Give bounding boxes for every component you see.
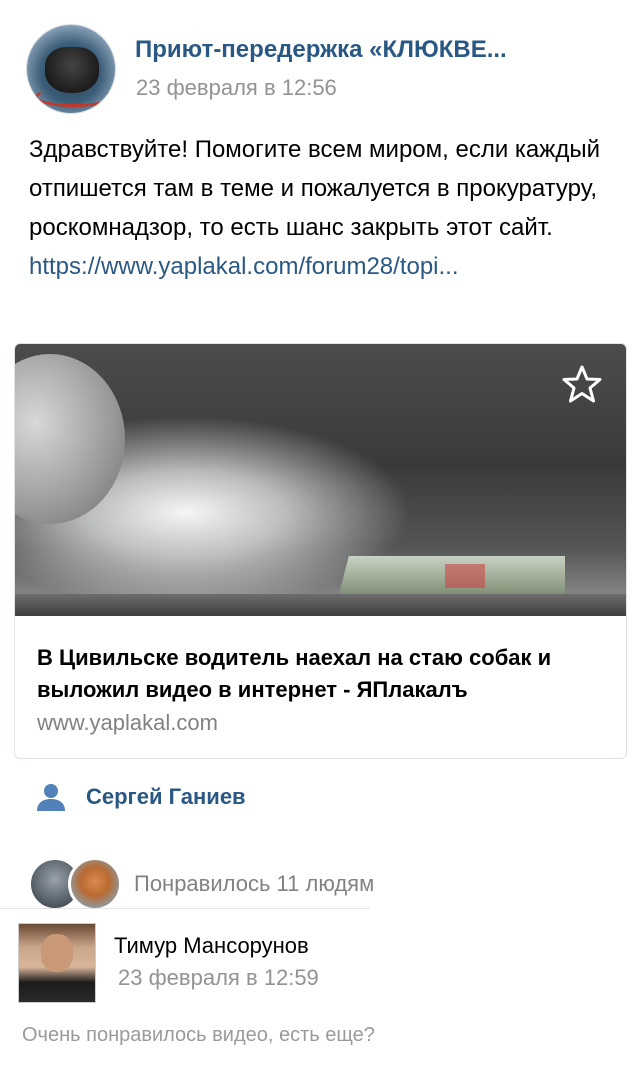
likes-row[interactable]: Понравилось 11 людям bbox=[28, 856, 374, 912]
signer-name[interactable]: Сергей Ганиев bbox=[86, 784, 246, 810]
image-detail bbox=[15, 594, 626, 616]
liker-avatar[interactable] bbox=[68, 857, 122, 911]
post-author-name[interactable]: Приют-передержка «КЛЮКВЕ... bbox=[135, 36, 507, 64]
post-avatar[interactable] bbox=[26, 24, 116, 114]
post-text: Здравствуйте! Помогите всем миром, если … bbox=[29, 130, 609, 286]
link-attachment-card[interactable]: В Цивильске водитель наехал на стаю соба… bbox=[14, 343, 627, 759]
post-date[interactable]: 23 февраля в 12:56 bbox=[136, 75, 337, 101]
image-detail bbox=[15, 354, 125, 524]
comment-date: 23 февраля в 12:59 bbox=[118, 965, 319, 990]
attachment-preview-image[interactable] bbox=[15, 344, 626, 616]
commenter-name[interactable]: Тимур Мансорунов bbox=[114, 933, 309, 959]
post-link[interactable]: https://www.yaplakal.com/forum28/topi... bbox=[29, 253, 459, 280]
user-icon bbox=[37, 784, 65, 811]
attachment-domain: www.yaplakal.com bbox=[37, 710, 218, 735]
likes-count-text[interactable]: Понравилось 11 людям bbox=[134, 871, 374, 897]
post-body-text: Здравствуйте! Помогите всем миром, если … bbox=[29, 136, 600, 241]
attachment-title[interactable]: В Цивильске водитель наехал на стаю соба… bbox=[37, 642, 607, 706]
star-icon[interactable] bbox=[562, 364, 602, 404]
comment-text: Очень понравилось видео, есть еще? bbox=[22, 1024, 375, 1046]
post-signer[interactable]: Сергей Ганиев bbox=[36, 780, 246, 814]
commenter-avatar[interactable] bbox=[18, 923, 96, 1003]
comment-header: Тимур Мансорунов 23 февраля в 12:59 bbox=[0, 908, 370, 1009]
avatar-emblem bbox=[35, 87, 113, 107]
